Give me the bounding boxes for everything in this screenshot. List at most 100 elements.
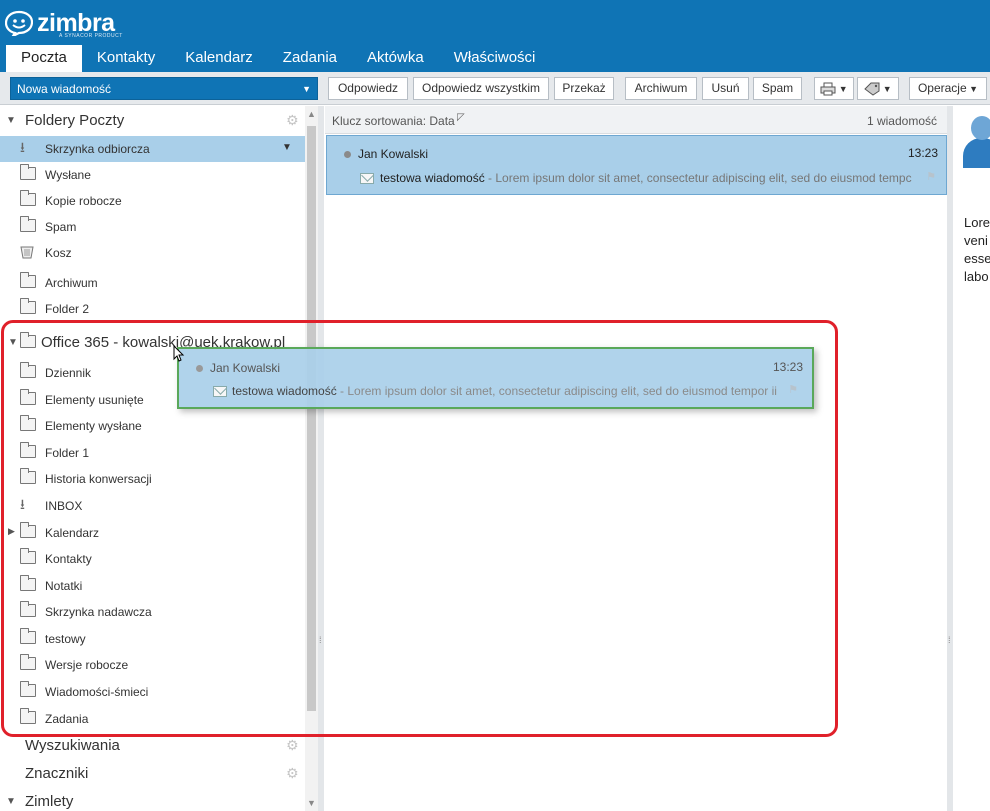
reply-all-button[interactable]: Odpowiedz wszystkim [413, 77, 549, 100]
folder-outbox[interactable]: Skrzynka nadawcza [0, 599, 305, 625]
folder-inbox-o365[interactable]: ⭳ INBOX [0, 493, 305, 519]
folder-icon [20, 654, 36, 671]
tag-menu-button[interactable]: ▼ [857, 77, 899, 100]
archive-button[interactable]: Archiwum [625, 77, 697, 100]
ghost-sender: Jan Kowalski [210, 361, 281, 375]
message-subject: testowa wiadomość [380, 171, 485, 185]
folder-icon [20, 522, 36, 539]
folder-junk[interactable]: Wiadomości-śmieci [0, 679, 305, 705]
reading-pane: Lore veni esse labo [953, 106, 990, 811]
folder-icon [20, 272, 36, 289]
tab-tasks[interactable]: Zadania [268, 45, 352, 72]
envelope-icon [360, 173, 374, 184]
flag-icon: ⚑ [788, 384, 798, 396]
folder-folder-1[interactable]: Folder 1 [0, 440, 305, 466]
spam-folder-icon [20, 216, 36, 233]
tab-calendar[interactable]: Kalendarz [170, 45, 268, 72]
folder-label: Skrzynka nadawcza [45, 605, 152, 619]
tags-header[interactable]: Znaczniki ⚙ [0, 763, 305, 787]
folder-testowy[interactable]: testowy [0, 626, 305, 652]
spam-button[interactable]: Spam [753, 77, 802, 100]
folder-label: Elementy wysłane [45, 419, 142, 433]
folder-label: Wysłane [45, 168, 91, 182]
grip-icon: ⁞ [319, 635, 322, 645]
zimbra-logo[interactable]: zimbra A SYNACOR PRODUCT [5, 8, 130, 39]
folder-label: Zadania [45, 712, 89, 726]
scroll-thumb[interactable] [307, 126, 316, 711]
folder-conversation-history[interactable]: Historia konwersacji [0, 466, 305, 492]
folder-label: Kontakty [45, 552, 92, 566]
tab-briefcase[interactable]: Aktówka [352, 45, 439, 72]
folder-sent-items[interactable]: Elementy wysłane [0, 413, 305, 439]
folder-label: Wersje robocze [45, 658, 129, 672]
folder-label: Elementy usunięte [45, 393, 144, 407]
collapse-triangle-icon[interactable]: ▼ [6, 115, 16, 126]
collapse-triangle-icon[interactable]: ▼ [6, 796, 16, 807]
folder-archive[interactable]: Archiwum [0, 270, 305, 296]
download-icon: ⭳ [20, 139, 25, 155]
folder-tree: ▼ Foldery Poczty ⚙ ⭳ Skrzynka odbiorcza … [0, 106, 318, 811]
trash-icon [20, 245, 36, 259]
scroll-down-icon[interactable]: ▼ [305, 798, 318, 808]
scroll-up-icon[interactable]: ▲ [305, 109, 318, 119]
new-message-button[interactable]: Nowa wiadomość ▼ [10, 77, 318, 100]
caret-down-icon[interactable]: ▼ [282, 142, 292, 153]
forward-button[interactable]: Przekaż [554, 77, 614, 100]
reading-pane-body: Lore veni esse labo [964, 214, 990, 286]
unread-dot-icon[interactable] [344, 151, 351, 158]
left-sash[interactable]: ⁞ [318, 106, 324, 811]
folder-drafts[interactable]: Kopie robocze [0, 188, 305, 214]
folder-label: Folder 1 [45, 446, 90, 460]
folder-icon [20, 708, 36, 725]
account-folder-icon [20, 332, 36, 348]
folder-calendar[interactable]: ▶ Kalendarz [0, 520, 305, 546]
searches-header[interactable]: Wyszukiwania ⚙ [0, 735, 305, 759]
sort-arrow-icon[interactable]: ◸ [457, 112, 465, 123]
folder-label: Folder 2 [45, 302, 90, 316]
folder-label: Spam [45, 220, 77, 234]
gear-icon[interactable]: ⚙ [286, 737, 299, 754]
actions-menu-button[interactable]: Operacje ▼ [909, 77, 987, 100]
top-bar: zimbra A SYNACOR PRODUCT Poczta Kontakty… [0, 0, 990, 72]
printer-icon [820, 82, 836, 96]
message-time: 13:23 [907, 146, 938, 160]
folder-spam[interactable]: Spam [0, 214, 305, 240]
message-row[interactable]: Jan Kowalski 13:23 testowa wiadomość - L… [326, 135, 947, 195]
zimlets-header[interactable]: ▼ Zimlety [0, 791, 305, 811]
tab-preferences[interactable]: Właściwości [439, 45, 551, 72]
folder-tasks[interactable]: Zadania [0, 706, 305, 732]
reply-button[interactable]: Odpowiedz [328, 77, 408, 100]
grip-icon: ⁞ [948, 635, 951, 645]
body-line: labo [964, 269, 989, 284]
folder-inbox[interactable]: ⭳ Skrzynka odbiorcza ▼ [0, 136, 305, 162]
folder-sent[interactable]: Wysłane [0, 162, 305, 188]
chevron-down-icon[interactable]: ▼ [302, 78, 311, 101]
folder-contacts[interactable]: Kontakty [0, 546, 305, 572]
folder-icon [20, 415, 36, 432]
tab-contacts[interactable]: Kontakty [82, 45, 170, 72]
folder-icon [20, 681, 36, 698]
message-preview: - Lorem ipsum dolor sit amet, consectetu… [484, 171, 912, 185]
flag-icon[interactable]: ⚑ [926, 170, 936, 183]
zimlets-label: Zimlety [25, 793, 74, 810]
gear-icon[interactable]: ⚙ [286, 765, 299, 782]
mail-folders-header[interactable]: ▼ Foldery Poczty ⚙ [0, 110, 305, 134]
folder-tree-scrollbar[interactable]: ▲ ▼ [305, 106, 318, 811]
delete-button[interactable]: Usuń [702, 77, 749, 100]
folder-label: Skrzynka odbiorcza [45, 142, 150, 156]
folder-label: INBOX [45, 499, 83, 513]
envelope-icon [213, 386, 227, 397]
expand-triangle-icon[interactable]: ▶ [8, 526, 15, 537]
print-menu-button[interactable]: ▼ [814, 77, 854, 100]
folder-trash[interactable]: Kosz [0, 240, 305, 266]
folder-folder-2[interactable]: Folder 2 [0, 296, 305, 322]
download-icon: ⭳ [20, 496, 25, 512]
tab-mail[interactable]: Poczta [6, 45, 82, 72]
folder-notes[interactable]: Notatki [0, 573, 305, 599]
sort-label[interactable]: Klucz sortowania: Data [332, 114, 455, 128]
folder-draft-versions[interactable]: Wersje robocze [0, 652, 305, 678]
collapse-triangle-icon[interactable]: ▼ [8, 337, 18, 348]
folder-icon [20, 362, 36, 379]
logo-subtitle: A SYNACOR PRODUCT [59, 33, 123, 39]
gear-icon[interactable]: ⚙ [286, 112, 299, 129]
